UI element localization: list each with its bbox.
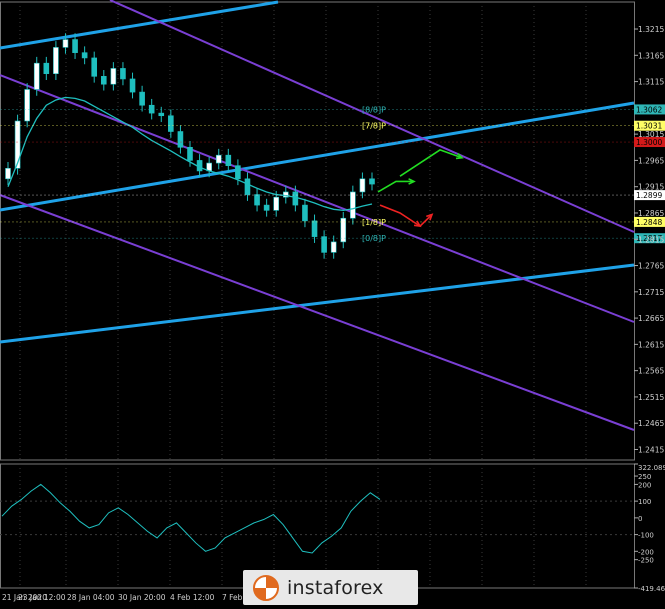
candle-body — [350, 191, 356, 219]
candle-body — [369, 178, 375, 185]
candle-body — [187, 146, 193, 161]
candle-body — [168, 115, 174, 132]
instaforex-logo: instaforex — [243, 570, 418, 605]
candle-body — [311, 220, 318, 237]
candle-body — [139, 91, 145, 106]
candle-body — [263, 204, 270, 211]
y-tick-label: 1.2915 — [638, 183, 664, 192]
y-tick-label: 1.2765 — [638, 262, 664, 271]
price-badge-label: 1.2899 — [636, 191, 662, 200]
price-badge-label: 1.3000 — [636, 138, 662, 147]
candle-body — [72, 39, 78, 53]
candle-body — [24, 89, 30, 122]
osc-y-tick-label: -250 — [638, 557, 654, 565]
candle-body — [302, 204, 308, 222]
price-badge-label: 1.2848 — [636, 218, 662, 227]
osc-y-tick-label: 322.0896 — [638, 464, 665, 472]
candle-body — [254, 194, 260, 206]
y-tick-label: 1.2665 — [638, 314, 664, 323]
forex-chart: 1.3062 1.3031 1.3000 1.2899 1.2848 1.2817 [8/8… — [0, 0, 665, 605]
x-tick-label: 7 Feb — [222, 593, 243, 602]
candle-body — [244, 178, 251, 195]
candle-body — [225, 154, 232, 166]
y-tick-label: 1.2865 — [638, 209, 664, 218]
y-tick-label: 1.2815 — [638, 235, 664, 244]
y-tick-label: 1.2465 — [638, 419, 664, 428]
candle-body — [215, 154, 222, 164]
price-badge-label: 1.3062 — [636, 105, 662, 114]
candle-body — [43, 62, 50, 74]
y-tick-label: 1.2715 — [638, 288, 664, 297]
murrey-level-label: [8/8]P — [362, 105, 386, 114]
y-tick-label: 1.3015 — [638, 130, 664, 139]
candle-body — [158, 112, 165, 117]
osc-y-tick-label: 250 — [638, 473, 651, 481]
candle-body — [321, 236, 327, 253]
candle-body — [62, 39, 69, 48]
x-tick-label: 4 Feb 12:00 — [170, 593, 215, 602]
osc-y-tick-label: 200 — [638, 481, 651, 489]
candle-body — [330, 241, 337, 253]
chart-canvas: 1.30621.30311.30001.28991.28481.2817[8/8… — [0, 0, 665, 605]
murrey-level-label: [7/8]P — [362, 122, 386, 131]
candle-body — [33, 62, 40, 90]
osc-y-tick-label: 0 — [638, 515, 642, 523]
candle-body — [120, 68, 126, 80]
candle-body — [53, 47, 59, 74]
candle-body — [273, 196, 280, 211]
candle-body — [91, 57, 98, 77]
osc-y-tick-label: -200 — [638, 548, 654, 556]
logo-text: instaforex — [287, 576, 384, 599]
candle-body — [110, 68, 117, 85]
y-tick-label: 1.2965 — [638, 156, 664, 165]
candle-body — [359, 178, 366, 193]
x-tick-label: 23 Jan 12:00 — [18, 593, 66, 602]
candle-body — [100, 76, 107, 85]
osc-y-tick-label: -100 — [638, 532, 654, 540]
y-tick-label: 1.2515 — [638, 393, 664, 402]
candle-body — [235, 165, 241, 180]
y-tick-label: 1.3115 — [638, 78, 664, 87]
x-tick-label: 28 Jan 04:00 — [67, 593, 115, 602]
candle-body — [81, 52, 88, 59]
candle-body — [129, 78, 136, 93]
murrey-level-label: [0/8]P — [362, 234, 386, 243]
logo-mark-icon — [253, 574, 279, 601]
x-tick-label: 30 Jan 20:00 — [118, 593, 166, 602]
candle-body — [5, 168, 11, 180]
y-tick-label: 1.2565 — [638, 367, 664, 376]
osc-y-tick-label: 100 — [638, 498, 651, 506]
candle-body — [177, 131, 184, 148]
y-tick-label: 1.3215 — [638, 25, 664, 34]
murrey-level-label: [1/8]P — [362, 218, 386, 227]
osc-y-tick-label: -419.460 — [638, 585, 665, 593]
candle-body — [292, 191, 299, 206]
y-tick-label: 1.2615 — [638, 340, 664, 349]
y-tick-label: 1.3165 — [638, 51, 664, 60]
y-tick-label: 1.2415 — [638, 445, 664, 454]
